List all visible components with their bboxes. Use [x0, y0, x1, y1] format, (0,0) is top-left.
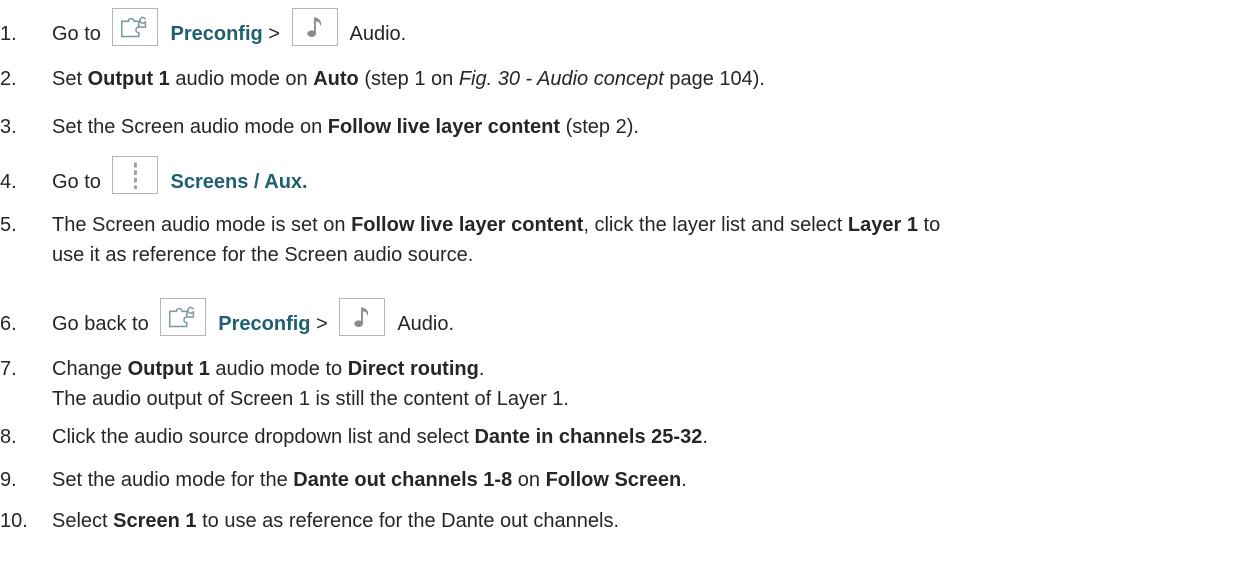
step-item: 4. Go to Screens / Aux. [0, 156, 1260, 197]
text-segment: on [512, 469, 546, 491]
step-number: 10. [0, 510, 28, 532]
step-continuation: The audio output of Screen 1 is still th… [52, 388, 569, 410]
step-item: 7. Change Output 1 audio mode to Direct r… [0, 354, 1260, 414]
step-item: 6. Go back to Preconfig > Audio. [0, 298, 1260, 339]
bold-term: Auto [313, 68, 359, 90]
step-text: Set Output 1 audio mode on Auto (step 1 … [52, 64, 1260, 94]
step-item: 3. Set the Screen audio mode on Follow li… [0, 112, 1260, 142]
step-text: Set the Screen audio mode on Follow live… [52, 112, 1260, 142]
music-note-icon [339, 298, 386, 336]
step-text: Go to Preconfig > Audio. [52, 8, 1260, 49]
text-segment: . [681, 469, 687, 491]
text-segment: Audio. [397, 313, 455, 335]
step-text: Change Output 1 audio mode to Direct rou… [52, 354, 1260, 414]
text-segment: (step 1 on [358, 68, 459, 90]
music-note-icon [291, 8, 338, 46]
text-segment: Go back to [52, 313, 155, 335]
step-item: 2. Set Output 1 audio mode on Auto (step … [0, 64, 1260, 94]
text-segment: to [917, 214, 941, 236]
text-segment: Change [52, 358, 128, 380]
text-segment: audio mode on [169, 68, 314, 90]
step-item: 9. Set the audio mode for the Dante out c… [0, 465, 1260, 495]
text-segment: Set the audio mode for the [52, 469, 294, 491]
step-number: 8. [0, 426, 17, 448]
text-segment: . [702, 426, 708, 448]
step-number: 3. [0, 116, 17, 138]
step-number: 7. [0, 358, 17, 380]
menu-path-label: Preconfig [218, 313, 311, 335]
text-segment: page 104). [663, 68, 765, 90]
menu-path-label: Preconfig [170, 23, 263, 45]
menu-path-label: Screens / Aux. [170, 171, 308, 193]
text-segment: Audio. [349, 23, 407, 45]
text-segment: Set the Screen audio mode on [52, 116, 328, 138]
bold-term: Follow live layer content [351, 214, 584, 236]
step-number: 1. [0, 23, 17, 45]
step-text: Set the audio mode for the Dante out cha… [52, 465, 1260, 495]
text-segment: > [310, 313, 334, 335]
bold-term: Follow Screen [545, 469, 682, 491]
puzzle-icon [160, 298, 207, 336]
step-item: 10. Select Screen 1 to use as reference f… [0, 506, 1260, 536]
step-item: 1. Go to Preconfig > Audio. [0, 8, 1260, 49]
bold-term: Layer 1 [847, 214, 918, 236]
text-segment: , click the layer list and select [583, 214, 848, 236]
step-text: The Screen audio mode is set on Follow l… [52, 210, 1260, 270]
step-text: Go to Screens / Aux. [52, 156, 1260, 197]
step-number: 9. [0, 469, 17, 491]
text-segment: The Screen audio mode is set on [52, 214, 352, 236]
bold-term: Dante out channels 1-8 [293, 469, 513, 491]
bold-term: Direct routing [347, 358, 479, 380]
text-segment: Set [52, 68, 88, 90]
puzzle-icon [112, 8, 159, 46]
screens-icon [112, 156, 159, 194]
bold-term: Dante in channels 25-32 [474, 426, 703, 448]
bold-term: Output 1 [127, 358, 210, 380]
step-text: Click the audio source dropdown list and… [52, 422, 1260, 452]
step-number: 2. [0, 68, 17, 90]
bold-term: Output 1 [87, 68, 170, 90]
text-segment: (step 2). [560, 116, 639, 138]
text-segment: to use as reference for the Dante out ch… [196, 510, 620, 532]
text-segment: Go to [52, 171, 107, 193]
step-item: 5. The Screen audio mode is set on Follow… [0, 210, 1260, 270]
text-segment: audio mode to [209, 358, 348, 380]
text-segment: Click the audio source dropdown list and… [52, 426, 475, 448]
text-segment: . [478, 358, 485, 380]
step-number: 5. [0, 214, 17, 236]
step-number: 4. [0, 171, 17, 193]
step-number: 6. [0, 313, 17, 335]
text-segment: Go to [52, 23, 107, 45]
step-text: Go back to Preconfig > Audio. [52, 298, 1260, 339]
step-item: 8. Click the audio source dropdown list a… [0, 422, 1260, 452]
bold-term: Follow live layer content [327, 116, 561, 138]
text-segment: Select [52, 510, 114, 532]
step-text: Select Screen 1 to use as reference for … [52, 506, 1260, 536]
text-segment: > [262, 23, 286, 45]
step-continuation: use it as reference for the Screen audio… [52, 244, 474, 266]
bold-term: Screen 1 [113, 510, 197, 532]
figure-reference: Fig. 30 - Audio concept [458, 68, 664, 90]
